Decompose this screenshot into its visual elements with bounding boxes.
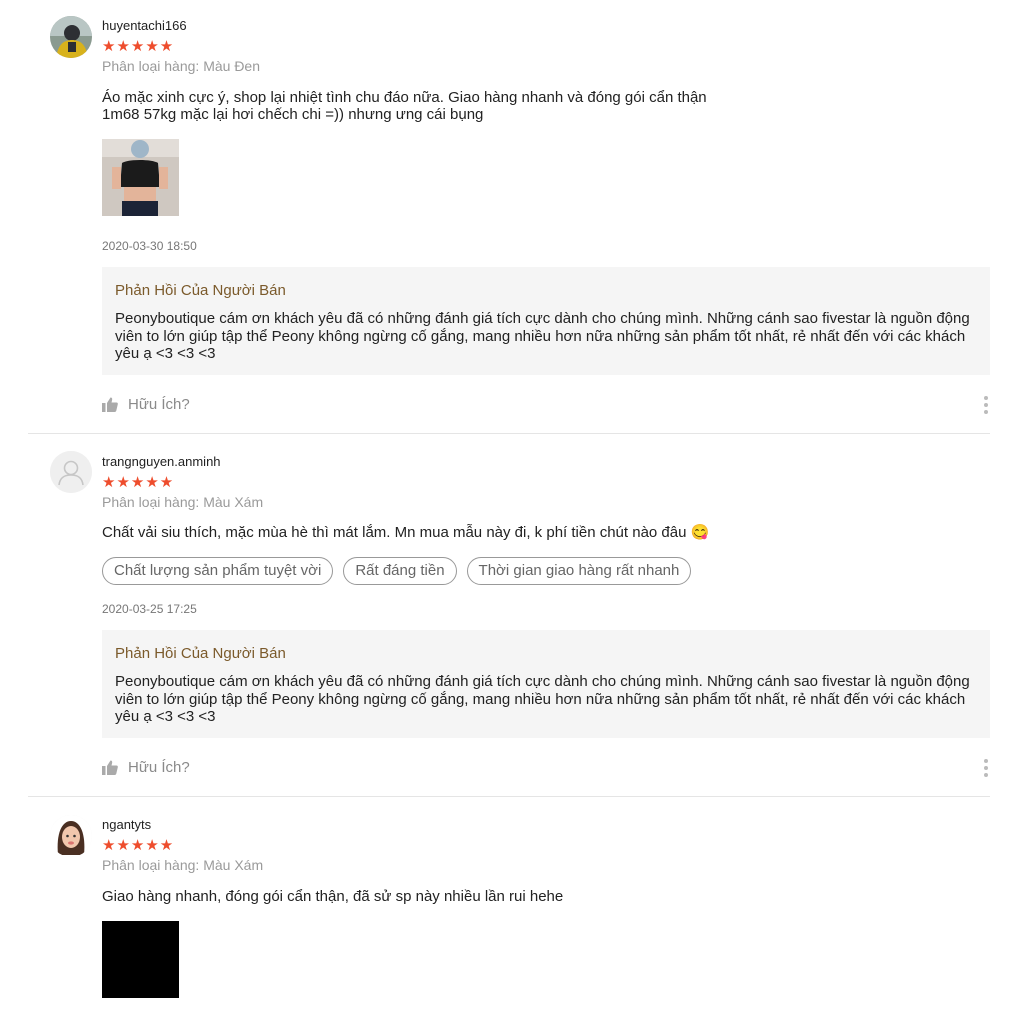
helpful-button[interactable]: Hữu Ích? <box>102 759 190 776</box>
seller-reply: Phản Hồi Của Người Bán Peonyboutique cám… <box>102 630 990 738</box>
rating-stars: ★★★★★ <box>102 38 175 55</box>
review-date: 2020-03-25 17:25 <box>102 602 197 616</box>
thumbs-up-icon <box>102 397 118 412</box>
review-date: 2020-03-30 18:50 <box>102 239 197 253</box>
more-vertical-icon[interactable] <box>984 396 990 414</box>
avatar[interactable] <box>50 451 92 493</box>
more-vertical-icon[interactable] <box>984 759 990 777</box>
rating-stars: ★★★★★ <box>102 837 175 854</box>
review-username[interactable]: ngantyts <box>102 817 151 832</box>
product-variation: Phân loại hàng: Màu Xám <box>102 494 264 510</box>
review-tag: Chất lượng sản phẩm tuyệt vời <box>102 557 334 585</box>
review-divider <box>28 433 990 434</box>
seller-reply-title: Phản Hồi Của Người Bán <box>115 282 286 299</box>
review-photo-image <box>102 139 179 216</box>
helpful-label: Hữu Ích? <box>128 759 190 776</box>
review-comment: Áo mặc xinh cực ý, shop lại nhiệt tình c… <box>102 89 707 123</box>
seller-reply-text: Peonyboutique cám ơn khách yêu đã có nhữ… <box>115 673 970 725</box>
avatar[interactable] <box>50 815 92 857</box>
avatar[interactable] <box>50 16 92 58</box>
review-photo[interactable] <box>102 139 179 216</box>
product-variation: Phân loại hàng: Màu Đen <box>102 58 260 74</box>
avatar-photo <box>50 815 92 857</box>
review-photo[interactable] <box>102 921 179 998</box>
seller-reply-title: Phản Hồi Của Người Bán <box>115 645 286 662</box>
user-icon <box>50 451 92 493</box>
avatar-photo <box>50 16 92 58</box>
thumbs-up-icon <box>102 760 118 775</box>
review-divider <box>28 796 990 797</box>
helpful-button[interactable]: Hữu Ích? <box>102 396 190 413</box>
review-tags: Chất lượng sản phẩm tuyệt vời Rất đáng t… <box>102 557 692 585</box>
review-username[interactable]: huyentachi166 <box>102 18 187 33</box>
review-tag: Rất đáng tiền <box>343 557 457 585</box>
helpful-label: Hữu Ích? <box>128 396 190 413</box>
seller-reply: Phản Hồi Của Người Bán Peonyboutique cám… <box>102 267 990 375</box>
rating-stars: ★★★★★ <box>102 474 175 491</box>
review-tag: Thời gian giao hàng rất nhanh <box>466 557 692 585</box>
review-comment: Giao hàng nhanh, đóng gói cẩn thận, đã s… <box>102 888 564 905</box>
review-comment: Chất vải siu thích, mặc mùa hè thì mát l… <box>102 524 710 541</box>
product-variation: Phân loại hàng: Màu Xám <box>102 857 264 873</box>
seller-reply-text: Peonyboutique cám ơn khách yêu đã có nhữ… <box>115 310 970 362</box>
review-username[interactable]: trangnguyen.anminh <box>102 454 221 469</box>
